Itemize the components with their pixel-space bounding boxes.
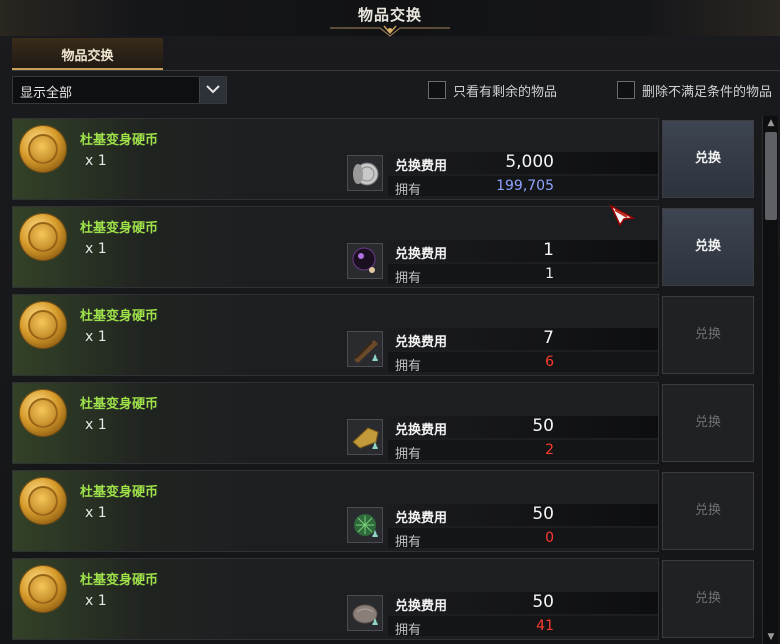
reward-item-name: 杜基变身硬币 [80, 573, 159, 588]
reward-item-name: 杜基变身硬币 [80, 133, 159, 148]
own-value: 199,705 [496, 178, 554, 194]
transformation-coin-icon[interactable] [19, 125, 67, 173]
reward-quantity: x 1 [85, 593, 107, 609]
reward-quantity: x 1 [85, 505, 107, 521]
exchange-button[interactable]: 兑换 [662, 120, 754, 198]
cost-value: 1 [543, 240, 554, 260]
reward-quantity: x 1 [85, 153, 107, 169]
exchange-row: 杜基变身硬币 x 1 兑换费用 5,000 拥有 199,705 兑换 [12, 118, 757, 200]
own-label: 拥有 [395, 447, 422, 462]
chevron-down-icon [206, 85, 220, 94]
dark-orb-icon[interactable] [347, 243, 383, 279]
scroll-up-icon[interactable]: ▲ [763, 116, 779, 130]
filter-dropdown[interactable]: 显示全部 [12, 76, 227, 104]
list-scrollbar[interactable]: ▲ ▼ [762, 116, 778, 644]
cost-value: 5,000 [505, 152, 554, 172]
cost-label: 兑换费用 [395, 159, 448, 174]
hide-unmet-label: 删除不满足条件的物品 [642, 85, 773, 100]
own-value: 41 [536, 618, 554, 634]
dropdown-toggle-button[interactable] [199, 77, 226, 103]
exchange-window: 物品交换 物品交换 显示全部 只看有剩余的物品 删除不满足条件的物品 杜基变身硬… [0, 0, 780, 644]
reward-quantity: x 1 [85, 241, 107, 257]
silver-coin-icon[interactable] [347, 155, 383, 191]
cost-label: 兑换费用 [395, 247, 448, 262]
reward-item-name: 杜基变身硬币 [80, 485, 159, 500]
window-title: 物品交换 [357, 6, 422, 24]
cost-value: 50 [532, 592, 554, 612]
reward-item-name: 杜基变身硬币 [80, 397, 159, 412]
exchange-button[interactable]: 兑换 [662, 208, 754, 286]
exchange-button[interactable]: 兑换 [662, 560, 754, 638]
own-bar [388, 616, 658, 636]
own-bar [388, 528, 658, 548]
own-label: 拥有 [395, 359, 422, 374]
title-ornament-icon [330, 25, 450, 37]
reward-quantity: x 1 [85, 417, 107, 433]
own-value: 2 [545, 442, 554, 458]
transformation-coin-icon[interactable] [19, 389, 67, 437]
show-remaining-checkbox[interactable] [428, 81, 446, 99]
own-bar [388, 440, 658, 460]
scrollbar-thumb[interactable] [765, 132, 777, 220]
own-label: 拥有 [395, 271, 422, 286]
exchange-card: 杜基变身硬币 x 1 ♟ 兑换费用 7 拥有 6 [12, 294, 659, 376]
reward-quantity: x 1 [85, 329, 107, 345]
own-label: 拥有 [395, 535, 422, 550]
exchange-card: 杜基变身硬币 x 1 ♟ 兑换费用 50 拥有 2 [12, 382, 659, 464]
tab-label: 物品交换 [61, 49, 114, 64]
cost-value: 50 [532, 416, 554, 436]
title-bar: 物品交换 [0, 0, 780, 37]
own-label: 拥有 [395, 623, 422, 638]
own-value: 0 [545, 530, 554, 546]
own-bar [388, 352, 658, 372]
own-value: 6 [545, 354, 554, 370]
tab-item-exchange[interactable]: 物品交换 [12, 38, 163, 70]
exchange-button[interactable]: 兑换 [662, 472, 754, 550]
cost-label: 兑换费用 [395, 599, 448, 614]
reward-item-name: 杜基变身硬币 [80, 309, 159, 324]
exchange-card: 杜基变身硬币 x 1 兑换费用 5,000 拥有 199,705 [12, 118, 659, 200]
exchange-row: 杜基变身硬币 x 1 ♟ 兑换费用 50 拥有 0 兑换 [12, 470, 757, 552]
exchange-row: 杜基变身硬币 x 1 ♟ 兑换费用 50 拥有 41 兑换 [12, 558, 757, 640]
transformation-coin-icon[interactable] [19, 477, 67, 525]
scroll-down-icon[interactable]: ▼ [763, 630, 779, 644]
cost-label: 兑换费用 [395, 335, 448, 350]
exchange-list: 杜基变身硬币 x 1 兑换费用 5,000 拥有 199,705 兑换 杜基变身… [12, 116, 757, 644]
leather-material-icon[interactable]: ♟ [347, 419, 383, 455]
transformation-coin-icon[interactable] [19, 301, 67, 349]
own-bar [388, 264, 658, 284]
own-value: 1 [545, 266, 554, 282]
transformation-coin-icon[interactable] [19, 565, 67, 613]
filter-dropdown-value: 显示全部 [20, 86, 73, 101]
cost-label: 兑换费用 [395, 423, 448, 438]
wood-material-icon[interactable]: ♟ [347, 331, 383, 367]
exchange-button[interactable]: 兑换 [662, 296, 754, 374]
exchange-row: 杜基变身硬币 x 1 ♟ 兑换费用 50 拥有 2 兑换 [12, 382, 757, 464]
exchange-button[interactable]: 兑换 [662, 384, 754, 462]
transformation-coin-icon[interactable] [19, 213, 67, 261]
cost-value: 7 [543, 328, 554, 348]
mouse-cursor-icon [609, 204, 635, 226]
cost-label: 兑换费用 [395, 511, 448, 526]
exchange-card: 杜基变身硬币 x 1 兑换费用 1 拥有 1 [12, 206, 659, 288]
herb-material-icon[interactable]: ♟ [347, 507, 383, 543]
exchange-card: 杜基变身硬币 x 1 ♟ 兑换费用 50 拥有 41 [12, 558, 659, 640]
reward-item-name: 杜基变身硬币 [80, 221, 159, 236]
hide-unmet-checkbox[interactable] [617, 81, 635, 99]
exchange-row: 杜基变身硬币 x 1 兑换费用 1 拥有 1 兑换 [12, 206, 757, 288]
tab-divider [12, 70, 780, 71]
exchange-card: 杜基变身硬币 x 1 ♟ 兑换费用 50 拥有 0 [12, 470, 659, 552]
show-remaining-label: 只看有剩余的物品 [453, 85, 558, 100]
own-label: 拥有 [395, 183, 422, 198]
stone-material-icon[interactable]: ♟ [347, 595, 383, 631]
exchange-row: 杜基变身硬币 x 1 ♟ 兑换费用 7 拥有 6 兑换 [12, 294, 757, 376]
cost-value: 50 [532, 504, 554, 524]
